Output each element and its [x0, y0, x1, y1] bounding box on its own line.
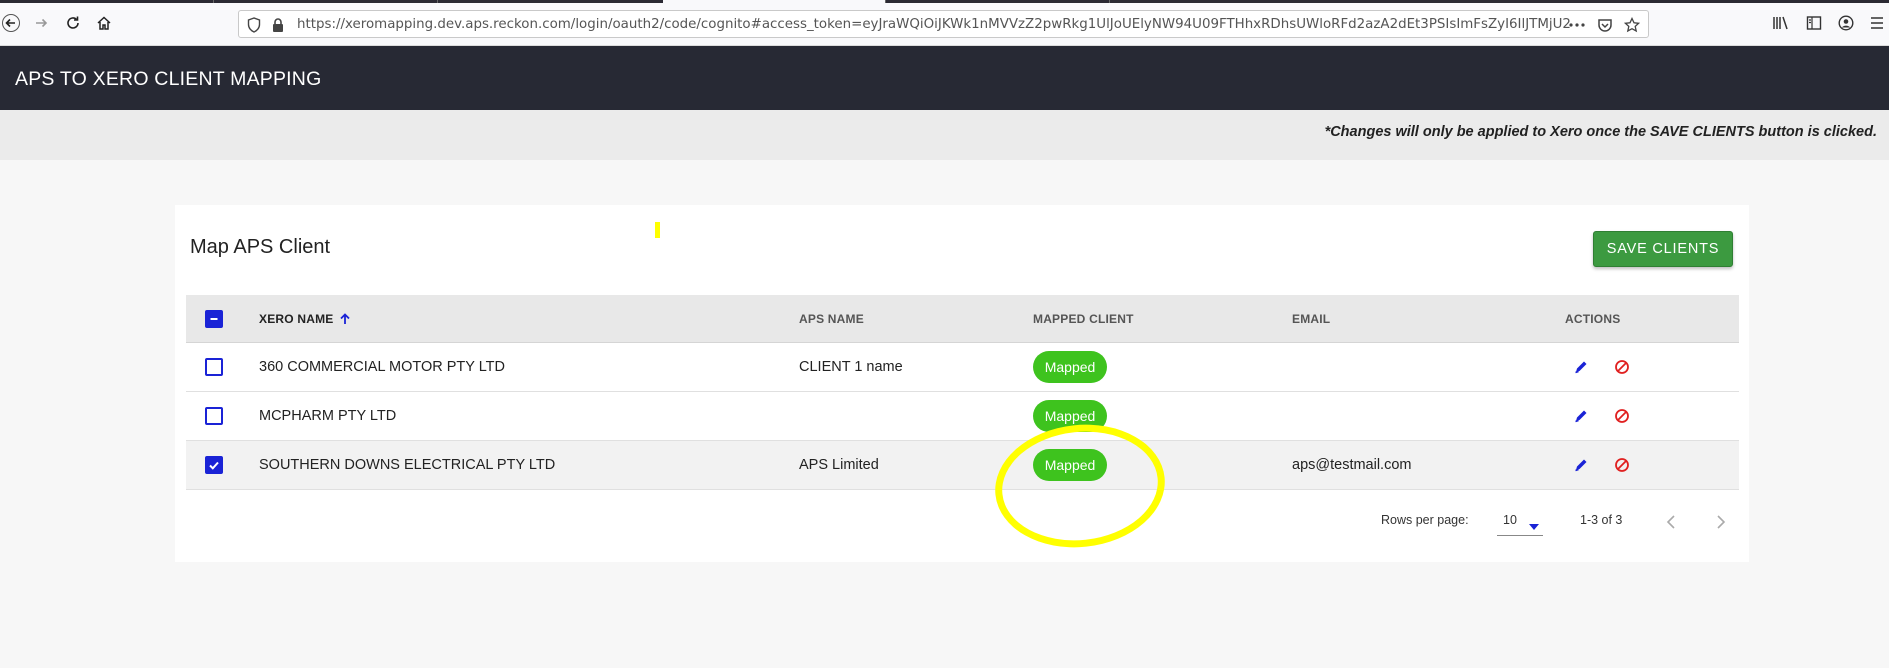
page-range: 1-3 of 3 [1580, 513, 1623, 527]
url-text[interactable]: https://xeromapping.dev.aps.reckon.com/l… [297, 17, 1572, 32]
rows-per-page-label: Rows per page: [1381, 513, 1469, 527]
annotation-mark [655, 222, 660, 238]
address-bar[interactable]: https://xeromapping.dev.aps.reckon.com/l… [238, 10, 1649, 38]
pencil-icon[interactable] [1571, 406, 1591, 426]
pocket-icon[interactable] [1596, 16, 1614, 34]
app-title: APS TO XERO CLIENT MAPPING [15, 68, 322, 90]
column-header-xero-name[interactable]: XERO NAME [259, 312, 351, 328]
sidebar-icon[interactable] [1803, 12, 1825, 34]
column-header-email[interactable]: EMAIL [1292, 312, 1330, 326]
column-header-mapped-client[interactable]: MAPPED CLIENT [1033, 312, 1134, 326]
home-icon[interactable] [93, 12, 115, 34]
block-icon[interactable] [1612, 357, 1632, 377]
arrow-up-icon[interactable] [339, 313, 351, 328]
forward-arrow-icon[interactable] [30, 12, 52, 34]
row-checkbox[interactable] [205, 358, 223, 376]
lock-icon[interactable] [269, 16, 287, 34]
card-title: Map APS Client [190, 236, 331, 258]
tab-strip [0, 0, 1889, 3]
tab-separator [885, 0, 886, 3]
table-header: XERO NAME APS NAME MAPPED CLIENT EMAIL A… [186, 295, 1739, 343]
select-all-checkbox[interactable] [205, 310, 223, 328]
pagination: Rows per page: 10 1-3 of 3 [175, 502, 1749, 542]
browser-toolbar: https://xeromapping.dev.aps.reckon.com/l… [0, 0, 1889, 46]
column-header-actions: ACTIONS [1565, 312, 1621, 326]
tab-separator [213, 0, 214, 3]
block-icon[interactable] [1612, 455, 1632, 475]
table-row[interactable]: MCPHARM PTY LTD Mapped [186, 392, 1739, 441]
library-icon[interactable] [1770, 12, 1792, 34]
save-clients-button[interactable]: SAVE CLIENTS [1593, 231, 1733, 267]
active-tab[interactable] [663, 0, 885, 3]
shield-icon[interactable] [245, 16, 263, 34]
tab-separator [1109, 0, 1110, 3]
account-icon[interactable] [1835, 12, 1857, 34]
mapping-card: Map APS Client SAVE CLIENTS XERO NAME AP… [175, 205, 1749, 562]
back-arrow-icon[interactable] [0, 12, 22, 34]
column-header-aps-name[interactable]: APS NAME [799, 312, 864, 326]
aps-name-cell: CLIENT 1 name [799, 359, 903, 375]
bookmark-star-icon[interactable] [1623, 16, 1641, 34]
mapped-status-badge: Mapped [1033, 351, 1107, 383]
xero-name-cell: 360 COMMERCIAL MOTOR PTY LTD [259, 359, 506, 375]
xero-name-header-label: XERO NAME [259, 312, 334, 326]
client-table: XERO NAME APS NAME MAPPED CLIENT EMAIL A… [186, 295, 1739, 490]
caret-down-icon[interactable] [1529, 517, 1539, 535]
row-checkbox[interactable] [205, 456, 223, 474]
email-cell: aps@testmail.com [1292, 457, 1412, 473]
xero-name-cell: MCPHARM PTY LTD [259, 408, 397, 424]
xero-name-cell: SOUTHERN DOWNS ELECTRICAL PTY LTD [259, 457, 556, 473]
table-row[interactable]: 360 COMMERCIAL MOTOR PTY LTD CLIENT 1 na… [186, 343, 1739, 392]
tab-separator [437, 0, 438, 3]
aps-name-cell: APS Limited [799, 457, 879, 473]
rows-per-page-value: 10 [1503, 513, 1517, 527]
row-checkbox[interactable] [205, 407, 223, 425]
pencil-icon[interactable] [1571, 357, 1591, 377]
chevron-left-icon[interactable] [1659, 510, 1683, 534]
save-notice: *Changes will only be applied to Xero on… [1324, 124, 1877, 140]
block-icon[interactable] [1612, 406, 1632, 426]
chevron-right-icon[interactable] [1709, 510, 1733, 534]
app-header: APS TO XERO CLIENT MAPPING [0, 46, 1889, 110]
more-dots-icon[interactable] [1568, 16, 1586, 34]
rows-per-page-select[interactable]: 10 [1497, 508, 1543, 536]
pencil-icon[interactable] [1571, 455, 1591, 475]
notice-bar: *Changes will only be applied to Xero on… [0, 110, 1889, 160]
table-row[interactable]: SOUTHERN DOWNS ELECTRICAL PTY LTD APS Li… [186, 441, 1739, 490]
menu-icon[interactable] [1868, 12, 1886, 34]
reload-icon[interactable] [62, 12, 84, 34]
